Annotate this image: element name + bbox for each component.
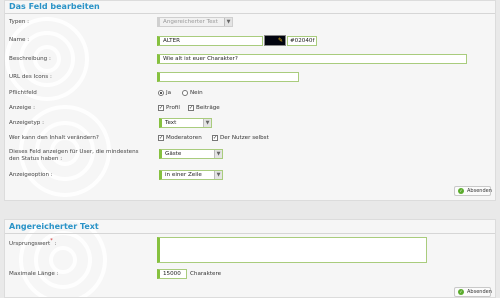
required-label: Pflichtfeld bbox=[9, 90, 37, 96]
max-length-unit: Charaktere bbox=[190, 271, 222, 277]
default-value-label: Ursprungswert* : bbox=[9, 238, 56, 248]
default-value-label-suffix: : bbox=[52, 240, 57, 247]
display-option-value: in einer Zeile bbox=[165, 172, 202, 178]
display-type-select[interactable]: Text ▼ bbox=[159, 118, 212, 128]
default-value-label-text: Ursprungswert bbox=[9, 240, 51, 247]
submit-button[interactable]: ✓ Absenden bbox=[454, 186, 492, 196]
rich-text-panel: Angereicherter Text Ursprungswert* : Max… bbox=[4, 219, 496, 298]
required-no-label: Nein bbox=[190, 90, 203, 96]
required-yes-radio[interactable] bbox=[158, 90, 164, 96]
display-profile-label: Profil bbox=[166, 105, 180, 111]
description-input[interactable]: Wie alt ist euer Charakter? bbox=[157, 54, 467, 64]
default-value-textarea[interactable] bbox=[157, 237, 427, 263]
icon-url-input[interactable] bbox=[157, 72, 299, 82]
icon-url-label: URL des Icons : bbox=[9, 74, 52, 80]
chevron-down-icon: ▼ bbox=[224, 18, 232, 26]
color-swatch[interactable]: ✎ bbox=[264, 35, 286, 46]
check-circle-icon: ✓ bbox=[458, 188, 464, 194]
user-self-checkbox[interactable]: ✓ bbox=[212, 135, 218, 141]
display-option-label: Anzeigeoption : bbox=[9, 172, 53, 178]
display-type-label: Anzeigetyp : bbox=[9, 120, 45, 126]
submit-button[interactable]: ✓ Absenden bbox=[454, 287, 492, 297]
type-select[interactable]: Angereicherter Text ▼ bbox=[157, 17, 233, 27]
moderators-checkbox[interactable]: ✓ bbox=[158, 135, 164, 141]
display-profile-checkbox[interactable]: ✓ bbox=[158, 105, 164, 111]
type-label: Typen : bbox=[9, 19, 30, 25]
show-for-label: Dieses Feld anzeigen für User, die minde… bbox=[9, 149, 139, 162]
section-divider bbox=[5, 233, 495, 234]
section-divider bbox=[5, 13, 495, 14]
moderators-label: Moderatoren bbox=[166, 135, 202, 141]
description-label: Beschreibung : bbox=[9, 56, 51, 62]
who-can-edit-label: Wer kann den Inhalt verändern? bbox=[9, 135, 99, 141]
name-input[interactable]: ALTER bbox=[157, 36, 263, 46]
swirl-decoration bbox=[19, 220, 107, 297]
required-no-radio[interactable] bbox=[182, 90, 188, 96]
required-yes-label: Ja bbox=[166, 90, 172, 96]
display-posts-label: Beiträge bbox=[196, 105, 220, 111]
user-self-label: Der Nutzer selbst bbox=[220, 135, 269, 141]
name-label: Name : bbox=[9, 37, 30, 43]
section-title: Das Feld bearbeiten bbox=[9, 2, 100, 11]
chevron-down-icon: ▼ bbox=[214, 150, 222, 158]
section-title: Angereicherter Text bbox=[9, 222, 99, 231]
display-option-select[interactable]: in einer Zeile ▼ bbox=[159, 170, 223, 180]
swirl-decoration bbox=[5, 17, 111, 197]
show-for-value: Gäste bbox=[165, 151, 182, 157]
chevron-down-icon: ▼ bbox=[214, 171, 222, 179]
type-select-value: Angereicherter Text bbox=[163, 19, 218, 25]
display-type-value: Text bbox=[165, 120, 177, 126]
submit-button-label: Absenden bbox=[467, 289, 492, 295]
display-label: Anzeige : bbox=[9, 105, 35, 111]
edit-field-panel: Das Feld bearbeiten Typen : Angereichert… bbox=[4, 0, 496, 201]
chevron-down-icon: ▼ bbox=[203, 119, 211, 127]
color-picker-icon: ✎ bbox=[277, 37, 283, 44]
max-length-label: Maximale Länge : bbox=[9, 271, 59, 277]
submit-button-label: Absenden bbox=[467, 188, 492, 194]
show-for-select[interactable]: Gäste ▼ bbox=[159, 149, 223, 159]
check-circle-icon: ✓ bbox=[458, 289, 464, 295]
max-length-input[interactable]: 15000 bbox=[157, 269, 187, 279]
display-posts-checkbox[interactable]: ✓ bbox=[188, 105, 194, 111]
color-hex-input[interactable]: #02040f bbox=[287, 36, 317, 46]
